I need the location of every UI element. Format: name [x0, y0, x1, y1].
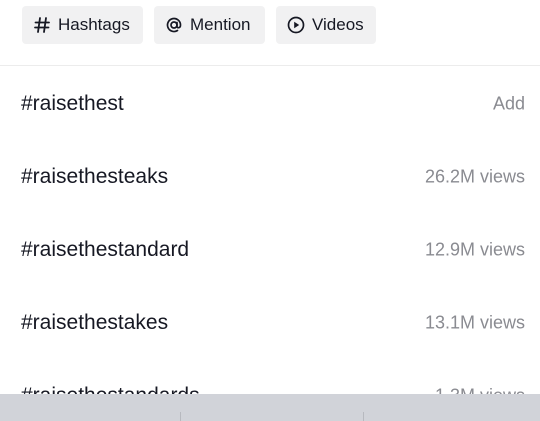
videos-chip-label: Videos [312, 15, 364, 34]
view-count: 13.1M views [424, 312, 525, 332]
hashtag-text: #raisethestakes [21, 310, 169, 334]
list-item[interactable]: #raisethest Add [0, 67, 540, 140]
at-icon [164, 15, 184, 35]
divider [180, 412, 181, 421]
hash-icon [32, 15, 52, 35]
hashtag-suggestion-panel: Hashtags Mention Videos #raisethest Add … [0, 0, 540, 421]
hashtags-chip-label: Hashtags [58, 15, 130, 34]
hashtag-text: #raisethestandard [21, 237, 190, 261]
hashtag-text: #raisethest [21, 91, 124, 115]
view-count: 12.9M views [424, 239, 525, 259]
list-item[interactable]: #raisethestakes 13.1M views [0, 286, 540, 359]
divider [363, 412, 364, 421]
list-item[interactable]: #raisethestandard 12.9M views [0, 213, 540, 286]
mention-chip[interactable]: Mention [154, 6, 265, 44]
keyboard-suggestion-bar [0, 394, 540, 421]
add-hashtag-button[interactable]: Add [493, 93, 525, 114]
hashtag-text: #raisethesteaks [21, 164, 169, 188]
hashtags-chip[interactable]: Hashtags [22, 6, 143, 44]
view-count: 26.2M views [424, 166, 525, 186]
videos-chip[interactable]: Videos [276, 6, 376, 44]
play-circle-icon [286, 15, 306, 35]
mention-chip-label: Mention [190, 15, 251, 34]
suggestion-type-bar: Hashtags Mention Videos [0, 0, 540, 66]
list-item[interactable]: #raisethesteaks 26.2M views [0, 140, 540, 213]
